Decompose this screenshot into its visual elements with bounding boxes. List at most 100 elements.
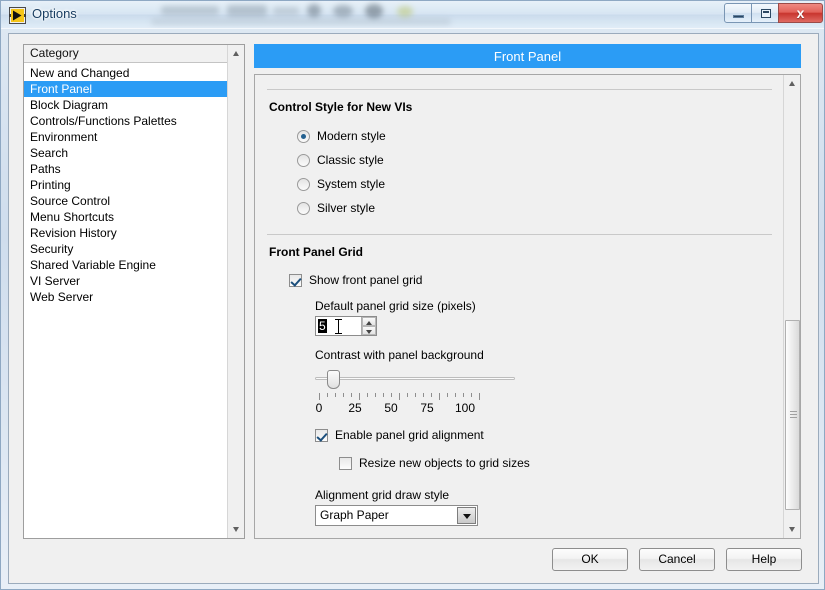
caret-down-icon bbox=[366, 330, 372, 334]
category-item-menu-shortcuts[interactable]: Menu Shortcuts bbox=[24, 209, 244, 225]
settings-pane: Front Panel Control Style for New VIs Mo… bbox=[254, 44, 801, 539]
dialog-button-row: OK Cancel Help bbox=[552, 548, 802, 571]
category-item-controls-functions-palettes[interactable]: Controls/Functions Palettes bbox=[24, 113, 244, 129]
checkbox-show-front-panel-grid[interactable]: Show front panel grid bbox=[289, 269, 772, 291]
contrast-slider-thumb[interactable] bbox=[327, 370, 340, 389]
radio-modern-style-indicator[interactable] bbox=[297, 129, 310, 143]
slider-tick bbox=[423, 393, 424, 397]
options-dialog-window: Options x Category New and Changed Front… bbox=[0, 0, 825, 590]
chevron-down-icon bbox=[462, 513, 471, 519]
draw-style-dropdown-button[interactable] bbox=[457, 507, 476, 524]
slider-tick bbox=[319, 393, 320, 400]
restore-button[interactable] bbox=[751, 3, 779, 23]
contrast-slider[interactable]: 0 25 50 75 100 bbox=[315, 368, 515, 420]
category-column-header: Category bbox=[24, 45, 244, 63]
draw-style-label: Alignment grid draw style bbox=[315, 488, 450, 502]
category-item-revision-history[interactable]: Revision History bbox=[24, 225, 244, 241]
ok-button[interactable]: OK bbox=[552, 548, 628, 571]
contrast-label: Contrast with panel background bbox=[315, 348, 484, 362]
caret-up-icon bbox=[366, 321, 372, 325]
radio-classic-style-indicator[interactable] bbox=[297, 153, 310, 167]
pane-scroll-up-button[interactable] bbox=[784, 75, 800, 92]
scrollbar-grip-icon bbox=[790, 411, 797, 419]
grid-size-increment-button[interactable] bbox=[362, 317, 376, 326]
radio-modern-style-label: Modern style bbox=[317, 129, 386, 143]
pane-title: Front Panel bbox=[254, 44, 801, 68]
slider-tick bbox=[447, 393, 448, 397]
grid-size-input[interactable]: 5 bbox=[316, 317, 361, 335]
radio-system-style[interactable]: System style bbox=[297, 172, 772, 196]
contrast-slider-track[interactable] bbox=[315, 377, 515, 380]
radio-modern-style[interactable]: Modern style bbox=[297, 124, 772, 148]
checkbox-resize-new-objects-label: Resize new objects to grid sizes bbox=[359, 456, 530, 470]
category-item-security[interactable]: Security bbox=[24, 241, 244, 257]
pane-scroll-down-button[interactable] bbox=[784, 521, 800, 538]
slider-tick bbox=[439, 393, 440, 400]
contrast-slider-tick-labels: 0 25 50 75 100 bbox=[315, 401, 515, 417]
pane-scrollbar[interactable] bbox=[783, 75, 800, 538]
slider-tick bbox=[479, 393, 480, 400]
radio-silver-style[interactable]: Silver style bbox=[297, 196, 772, 220]
slider-tick bbox=[367, 393, 368, 397]
category-item-block-diagram[interactable]: Block Diagram bbox=[24, 97, 244, 113]
tick-label-0: 0 bbox=[315, 401, 323, 415]
draw-style-dropdown[interactable]: Graph Paper bbox=[315, 505, 478, 526]
window-title: Options bbox=[32, 6, 77, 21]
help-button[interactable]: Help bbox=[726, 548, 802, 571]
category-item-search[interactable]: Search bbox=[24, 145, 244, 161]
minimize-icon bbox=[733, 15, 744, 18]
tick-label-100: 100 bbox=[454, 401, 476, 415]
close-icon: x bbox=[796, 5, 805, 21]
category-item-front-panel[interactable]: Front Panel bbox=[24, 81, 244, 97]
category-item-web-server[interactable]: Web Server bbox=[24, 289, 244, 305]
category-scrollbar[interactable] bbox=[227, 45, 244, 538]
radio-system-style-label: System style bbox=[317, 177, 386, 191]
radio-classic-style-label: Classic style bbox=[317, 153, 384, 167]
text-cursor-icon bbox=[335, 319, 342, 334]
category-item-printing[interactable]: Printing bbox=[24, 177, 244, 193]
category-item-paths[interactable]: Paths bbox=[24, 161, 244, 177]
category-scroll-up-button[interactable] bbox=[228, 45, 244, 62]
slider-tick bbox=[463, 393, 464, 397]
contrast-group: Contrast with panel background 0 25 50 7… bbox=[315, 348, 772, 420]
category-listbox[interactable]: Category New and Changed Front Panel Blo… bbox=[23, 44, 245, 539]
contrast-slider-ticks bbox=[315, 393, 515, 400]
radio-system-style-indicator[interactable] bbox=[297, 177, 310, 191]
top-divider bbox=[267, 89, 772, 90]
radio-silver-style-label: Silver style bbox=[317, 201, 376, 215]
checkbox-show-front-panel-grid-box[interactable] bbox=[289, 273, 302, 287]
restore-icon bbox=[761, 9, 771, 18]
section-divider bbox=[267, 234, 772, 235]
dialog-client-area: Category New and Changed Front Panel Blo… bbox=[8, 33, 819, 584]
slider-tick bbox=[455, 393, 456, 397]
window-controls: x bbox=[724, 3, 823, 23]
category-item-shared-variable-engine[interactable]: Shared Variable Engine bbox=[24, 257, 244, 273]
pane-body: Control Style for New VIs Modern style C… bbox=[254, 74, 801, 539]
grid-size-stepper[interactable]: 5 bbox=[315, 316, 377, 336]
slider-tick bbox=[343, 393, 344, 397]
slider-tick bbox=[351, 393, 352, 397]
category-item-source-control[interactable]: Source Control bbox=[24, 193, 244, 209]
category-items: New and Changed Front Panel Block Diagra… bbox=[24, 63, 244, 305]
minimize-button[interactable] bbox=[724, 3, 752, 23]
checkbox-enable-panel-grid-alignment-box[interactable] bbox=[315, 428, 328, 442]
checkbox-resize-new-objects[interactable]: Resize new objects to grid sizes bbox=[339, 452, 772, 474]
checkbox-enable-panel-grid-alignment[interactable]: Enable panel grid alignment bbox=[315, 424, 772, 446]
cancel-button[interactable]: Cancel bbox=[639, 548, 715, 571]
grid-size-value: 5 bbox=[318, 319, 327, 333]
draw-style-group: Alignment grid draw style Graph Paper bbox=[315, 488, 772, 526]
grid-size-group: Default panel grid size (pixels) 5 bbox=[315, 299, 772, 336]
grid-size-spin-buttons[interactable] bbox=[361, 317, 376, 335]
category-item-environment[interactable]: Environment bbox=[24, 129, 244, 145]
control-style-section-title: Control Style for New VIs bbox=[269, 100, 413, 114]
radio-classic-style[interactable]: Classic style bbox=[297, 148, 772, 172]
category-scroll-down-button[interactable] bbox=[228, 521, 244, 538]
radio-silver-style-indicator[interactable] bbox=[297, 201, 310, 215]
category-item-new-and-changed[interactable]: New and Changed bbox=[24, 65, 244, 81]
close-button[interactable]: x bbox=[778, 3, 823, 23]
pane-scrollbar-thumb[interactable] bbox=[785, 320, 800, 510]
checkbox-resize-new-objects-box[interactable] bbox=[339, 456, 352, 470]
grid-size-decrement-button[interactable] bbox=[362, 326, 376, 335]
category-item-vi-server[interactable]: VI Server bbox=[24, 273, 244, 289]
title-bar[interactable]: Options x bbox=[1, 1, 824, 29]
